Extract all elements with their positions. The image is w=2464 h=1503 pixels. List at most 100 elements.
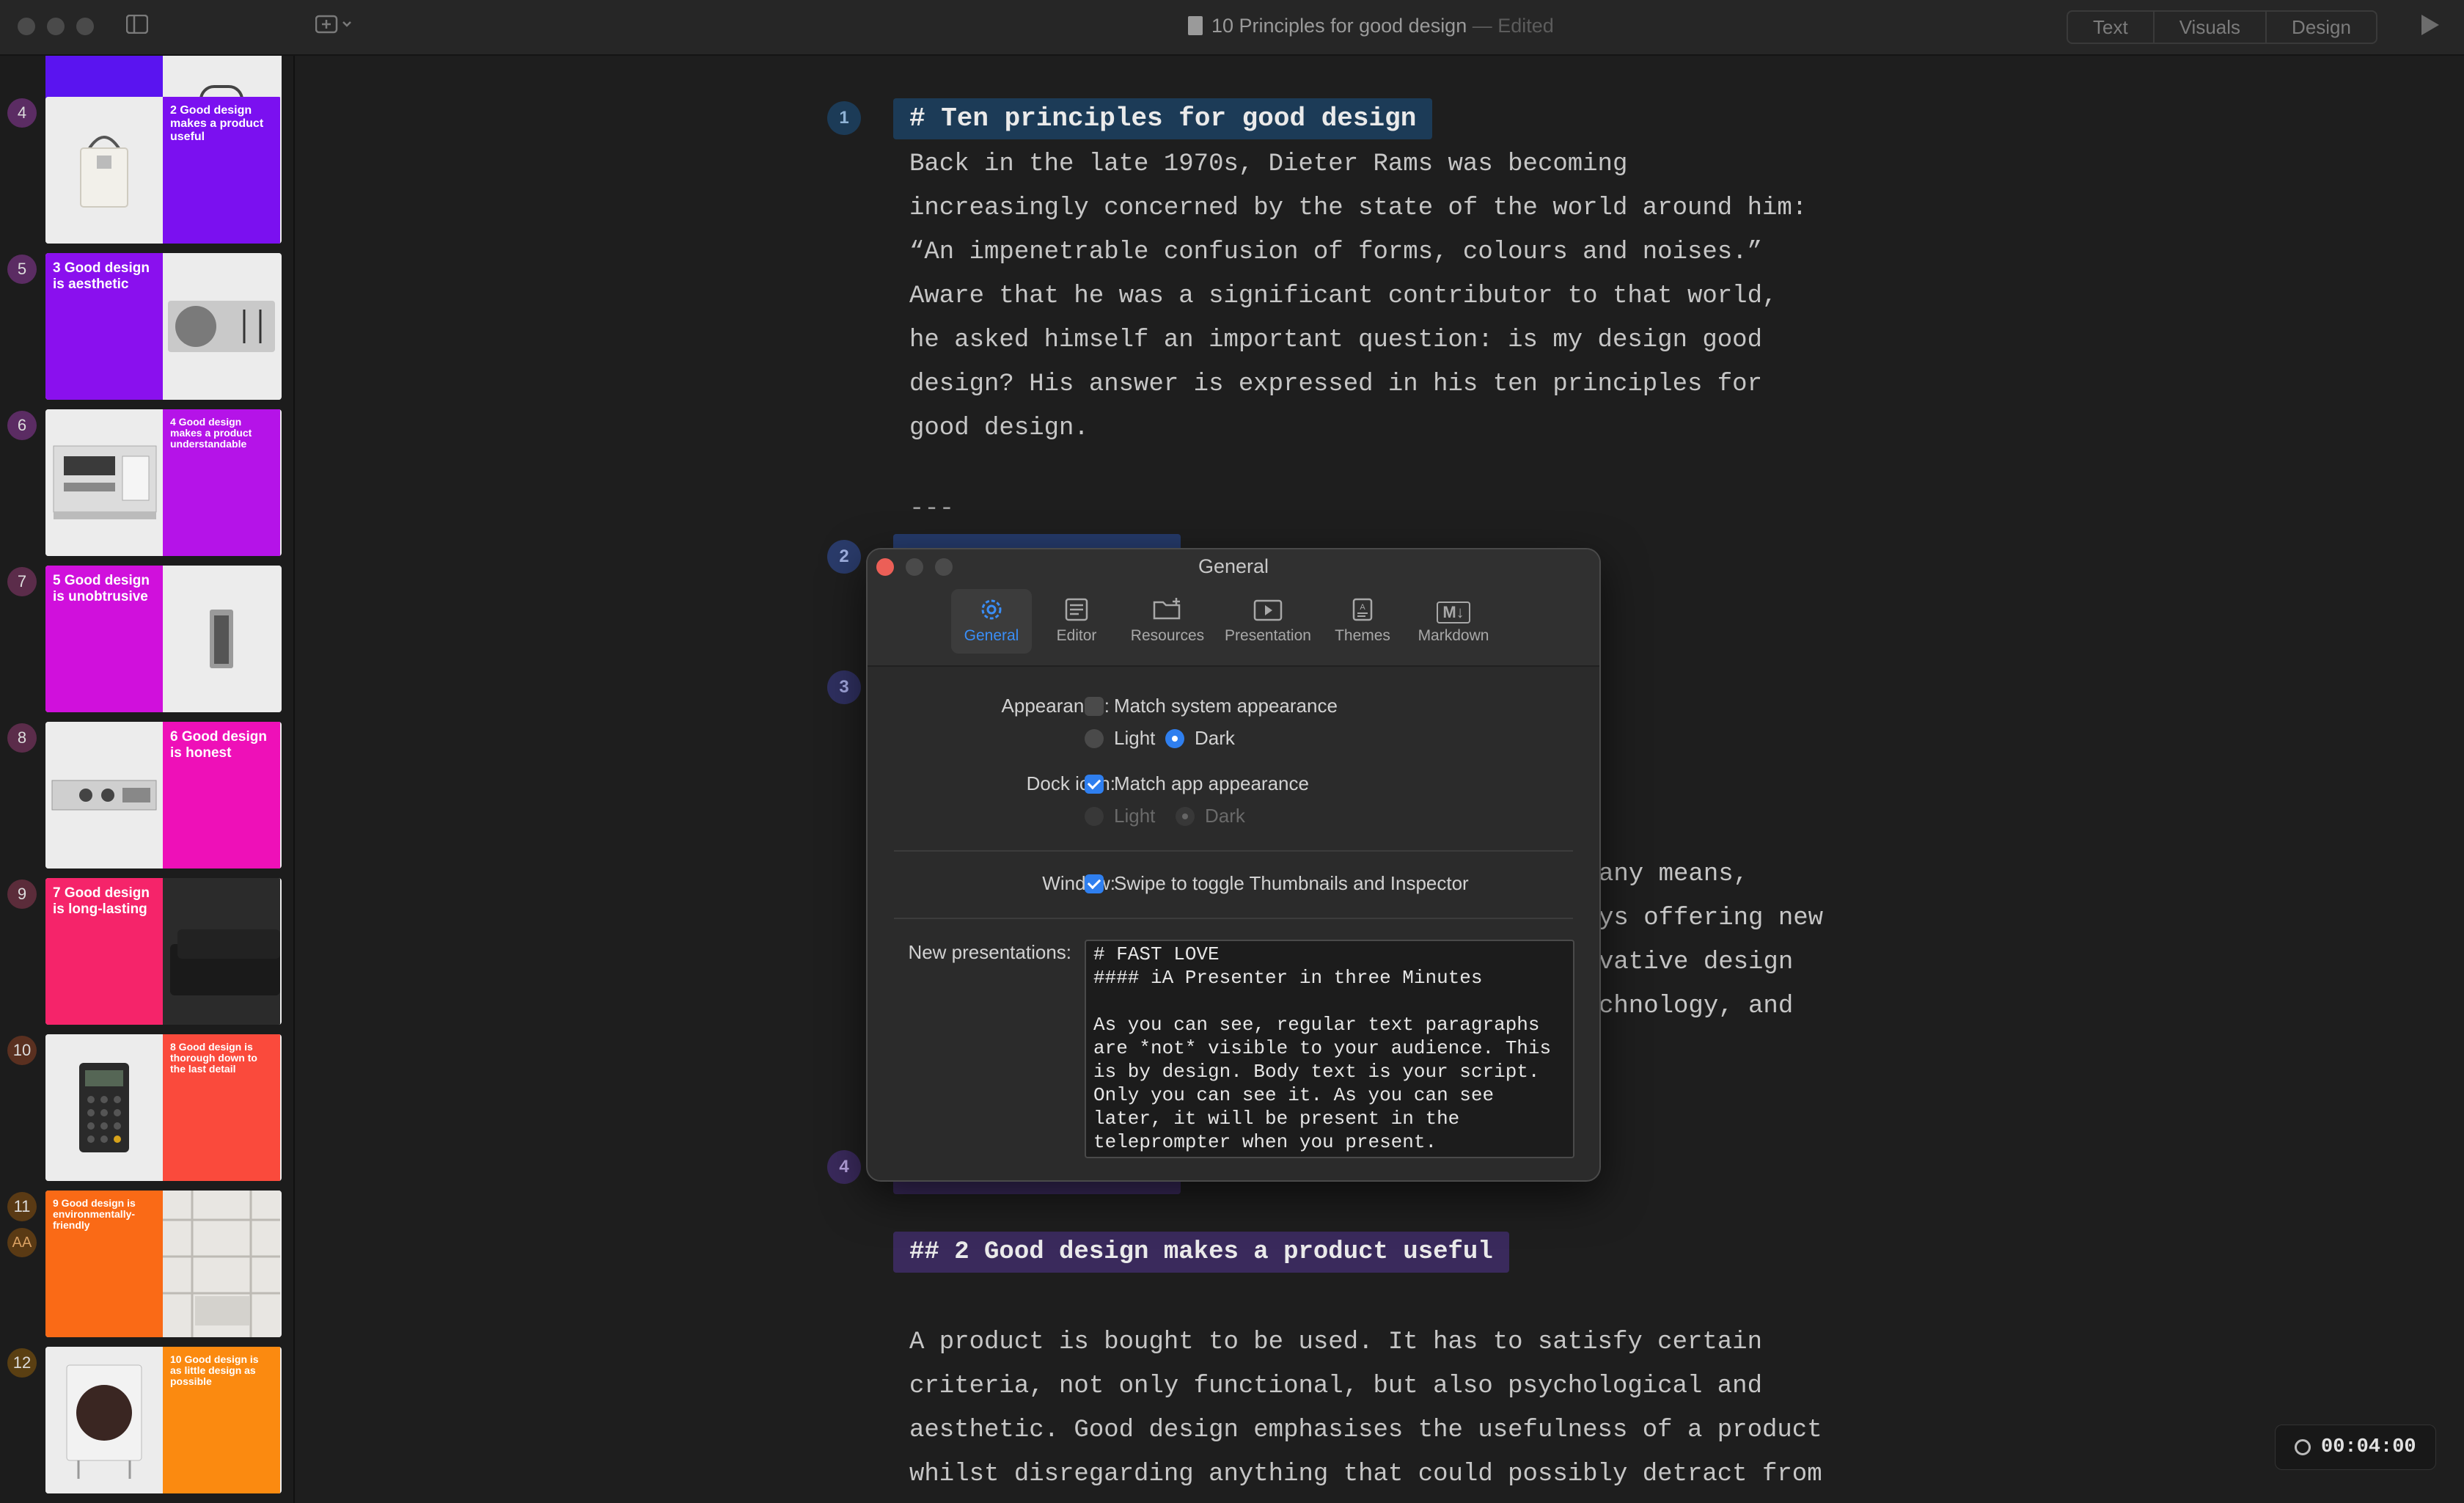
preferences-toolbar: General General Editor Resources Present… <box>868 549 1599 667</box>
new-presentations-label: New presentations: <box>908 941 1071 963</box>
timer-value: 00:04:00 <box>2321 1436 2416 1458</box>
light-label: Light <box>1114 805 1156 827</box>
svg-text:A: A <box>1360 603 1365 612</box>
dark-label: Dark <box>1195 727 1235 749</box>
intro-paragraph[interactable]: Back in the late 1970s, Dieter Rams was … <box>909 142 1807 450</box>
slide-caption: 9 Good design is environmentally-friendl… <box>45 1191 163 1337</box>
match-system-checkbox[interactable]: Match system appearance <box>1085 695 1338 717</box>
slide-number: 4 <box>7 98 37 128</box>
markdown-icon: M↓ <box>1407 589 1500 627</box>
slide-number: 7 <box>7 567 37 596</box>
slide-thumbnails: 4 2 Good design makes a product useful 5 3 … <box>0 56 295 1503</box>
record-player-image <box>45 1347 163 1493</box>
text-line[interactable]: vative design <box>1599 940 1793 984</box>
swipe-toggle-checkbox[interactable]: Swipe to toggle Thumbnails and Inspector <box>1085 872 1469 895</box>
new-presentation-template-field[interactable]: # FAST LOVE #### iA Presenter in three M… <box>1085 940 1574 1158</box>
slide-thumbnail-6[interactable]: 4 Good design makes a product understand… <box>45 409 282 556</box>
slide-caption: 8 Good design is thorough down to the la… <box>163 1034 280 1181</box>
dock-light-radio: Light <box>1085 805 1155 827</box>
divider <box>894 850 1573 852</box>
text-line[interactable]: ys offering new <box>1599 896 1823 940</box>
dock-dark-radio: Dark <box>1176 805 1245 827</box>
slide-number: 11 <box>7 1192 37 1221</box>
view-segmented-control: Text Visuals Design <box>2067 10 2377 44</box>
text-line[interactable]: chnology, and <box>1599 984 1793 1028</box>
slide-number: 12 <box>7 1348 37 1378</box>
swipe-toggle-label: Swipe to toggle Thumbnails and Inspector <box>1114 872 1469 894</box>
heading-2[interactable]: ## 2 Good design makes a product useful <box>893 1232 1509 1273</box>
dark-label: Dark <box>1205 805 1245 827</box>
slide-marker-2[interactable]: 2 <box>827 540 861 574</box>
slide-thumbnail-4[interactable]: 2 Good design makes a product useful <box>45 97 282 244</box>
preferences-dialog: General General Editor Resources Present… <box>866 548 1601 1182</box>
markdown-icon-text: M↓ <box>1437 601 1470 623</box>
slide-separator[interactable]: --- <box>909 487 954 531</box>
shelving-image <box>163 1191 280 1337</box>
close-window-button[interactable] <box>18 18 35 35</box>
tab-presentation[interactable]: Presentation <box>1218 589 1318 654</box>
slide-thumbnail-7[interactable]: 5 Good design is unobtrusive <box>45 566 282 712</box>
match-system-label: Match system appearance <box>1114 695 1338 717</box>
light-radio[interactable]: Light <box>1085 727 1155 750</box>
tab-markdown[interactable]: M↓ Markdown <box>1407 589 1500 654</box>
radio-button[interactable] <box>1085 729 1104 748</box>
slide-thumbnail-9[interactable]: 7 Good design is long-lasting <box>45 878 282 1025</box>
slide-thumbnail-11[interactable]: 9 Good design is environmentally-friendl… <box>45 1191 282 1337</box>
clock-icon <box>2295 1439 2311 1455</box>
slide-caption: 7 Good design is long-lasting <box>45 878 163 1025</box>
add-slide-menu-icon[interactable] <box>315 15 359 39</box>
radio-button[interactable] <box>1165 729 1184 748</box>
match-app-checkbox[interactable]: Match app appearance <box>1085 772 1309 795</box>
slide-thumbnail-8[interactable]: 6 Good design is honest <box>45 722 282 868</box>
folder-plus-icon <box>1121 589 1214 627</box>
tab-visuals[interactable]: Visuals <box>2155 12 2267 43</box>
body-paragraph[interactable]: A product is bought to be used. It has t… <box>909 1320 1822 1496</box>
slide-marker-1[interactable]: 1 <box>827 101 861 135</box>
dark-radio[interactable]: Dark <box>1165 727 1235 750</box>
slide-caption: 6 Good design is honest <box>163 722 280 868</box>
text-line[interactable]: any means, <box>1599 852 1748 896</box>
rehearsal-timer[interactable]: 00:04:00 <box>2275 1425 2436 1470</box>
tab-label: General <box>964 627 1019 644</box>
tab-text[interactable]: Text <box>2068 12 2155 43</box>
tab-design[interactable]: Design <box>2267 12 2376 43</box>
radio-button <box>1085 807 1104 826</box>
edited-status: — Edited <box>1472 15 1554 37</box>
tab-editor[interactable]: Editor <box>1036 589 1117 654</box>
slide-thumbnail-12[interactable]: 10 Good design is as little design as po… <box>45 1347 282 1493</box>
slide-thumbnail-10[interactable]: 8 Good design is thorough down to the la… <box>45 1034 282 1181</box>
tab-resources[interactable]: Resources <box>1121 589 1214 654</box>
tab-label: Presentation <box>1225 627 1311 644</box>
checkbox-box[interactable] <box>1085 874 1104 893</box>
slide-number: 6 <box>7 411 37 440</box>
play-icon <box>1218 589 1318 627</box>
tab-themes[interactable]: A Themes <box>1322 589 1403 654</box>
light-label: Light <box>1114 727 1156 749</box>
checkbox-box[interactable] <box>1085 775 1104 794</box>
gear-icon <box>951 589 1032 627</box>
slide-thumbnail-5[interactable]: 3 Good design is aesthetic <box>45 253 282 400</box>
heading-1[interactable]: # Ten principles for good design <box>893 98 1433 139</box>
tab-label: Editor <box>1056 627 1097 644</box>
slide-caption: 5 Good design is unobtrusive <box>45 566 163 712</box>
slide-marker-3[interactable]: 3 <box>827 670 861 704</box>
document-icon <box>1188 16 1203 35</box>
slide-marker-4[interactable]: 4 <box>827 1150 861 1184</box>
checkbox-box[interactable] <box>1085 697 1104 716</box>
slide-caption: 4 Good design makes a product understand… <box>163 409 280 556</box>
text-size-toggle[interactable]: AA <box>7 1228 37 1257</box>
sidebar-toggle-icon[interactable] <box>125 14 149 39</box>
zoom-window-button[interactable] <box>76 18 94 35</box>
radio-image <box>163 253 280 400</box>
minimize-window-button[interactable] <box>47 18 65 35</box>
tab-general[interactable]: General <box>951 589 1032 654</box>
document-title: 10 Principles for good design — Edited <box>1188 15 1554 37</box>
app-window: 10 Principles for good design — Edited T… <box>0 0 2464 1503</box>
slide-number: 9 <box>7 880 37 909</box>
slide-number: 10 <box>7 1036 37 1065</box>
appearance-label: Appearance: <box>1001 695 1110 717</box>
tape-deck-image <box>45 722 163 868</box>
play-icon[interactable] <box>2421 15 2439 35</box>
divider <box>894 918 1573 919</box>
tote-bag-image <box>45 97 163 244</box>
